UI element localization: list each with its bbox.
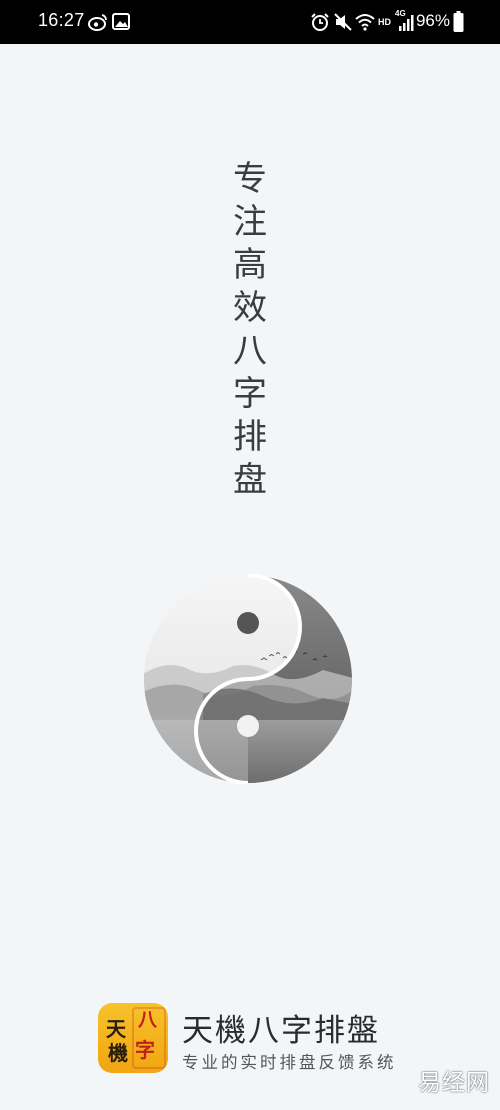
slogan-char: 高 [233,245,267,285]
logo-char: 八 [138,1009,158,1031]
slogan-char: 排 [233,417,267,457]
watermark: 易经网 [418,1070,490,1096]
slogan-char: 专 [233,159,267,199]
alarm-icon [311,13,329,31]
footer-brand: 天 機 八 字 天機八字排盤 专业的实时排盘反馈系统 [98,1003,418,1075]
app-tagline: 专业的实时排盘反馈系统 [182,1053,397,1072]
status-time: 16:27 [38,10,85,30]
logo-char: 機 [108,1041,128,1065]
mute-icon [334,13,352,31]
battery-icon [453,11,464,32]
slogan-char: 盘 [233,460,267,500]
weibo-icon [88,14,107,31]
slogan-char: 字 [233,374,267,414]
slogan-char: 效 [233,288,267,328]
logo-char: 天 [106,1017,126,1041]
signal-icon [399,15,414,31]
app-name: 天機八字排盤 [182,1013,380,1049]
hd-label: HD [378,17,391,27]
wifi-icon [355,14,375,31]
yin-yang-landscape-icon [144,574,352,784]
app-logo: 天 機 八 字 [98,1003,168,1073]
slogan-char: 八 [233,331,267,371]
image-icon [112,13,130,30]
slogan: 专 注 高 效 八 字 排 盘 [228,158,272,502]
slogan-char: 注 [233,202,267,242]
status-bar: 16:27 HD 4G 96% [0,0,500,44]
battery-percent: 96% [415,11,450,30]
logo-char: 字 [135,1038,155,1062]
